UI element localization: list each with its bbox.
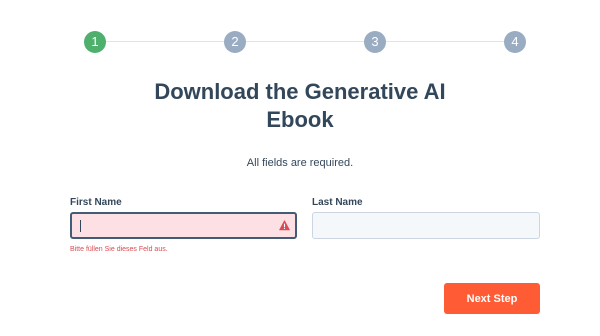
step-2-indicator: 2	[224, 31, 246, 53]
next-step-button[interactable]: Next Step	[444, 283, 540, 314]
first-name-error-message: Bitte füllen Sie dieses Feld aus.	[70, 246, 168, 253]
warning-icon	[279, 220, 290, 231]
progress-stepper: 1 2 3 4	[84, 31, 526, 53]
first-name-field-wrapper	[70, 212, 297, 239]
form-title-line-2: Ebook	[266, 107, 334, 132]
step-3-indicator: 3	[364, 31, 386, 53]
step-1-indicator: 1	[84, 31, 106, 53]
last-name-input[interactable]	[313, 213, 539, 238]
last-name-field-wrapper	[312, 212, 540, 239]
text-cursor	[80, 220, 81, 232]
step-4-indicator: 4	[504, 31, 526, 53]
required-fields-note: All fields are required.	[246, 157, 354, 169]
first-name-label: First Name	[70, 197, 122, 208]
stepper-connector	[246, 41, 364, 42]
stepper-connector	[386, 41, 504, 42]
first-name-input[interactable]	[72, 214, 295, 237]
ebook-download-form-page: 1 2 3 4 Download the Generative AI Ebook…	[0, 0, 600, 336]
last-name-label: Last Name	[312, 197, 363, 208]
stepper-connector	[106, 41, 224, 42]
form-title-line-1: Download the Generative AI	[154, 79, 446, 104]
form-title: Download the Generative AI Ebook	[100, 78, 500, 134]
